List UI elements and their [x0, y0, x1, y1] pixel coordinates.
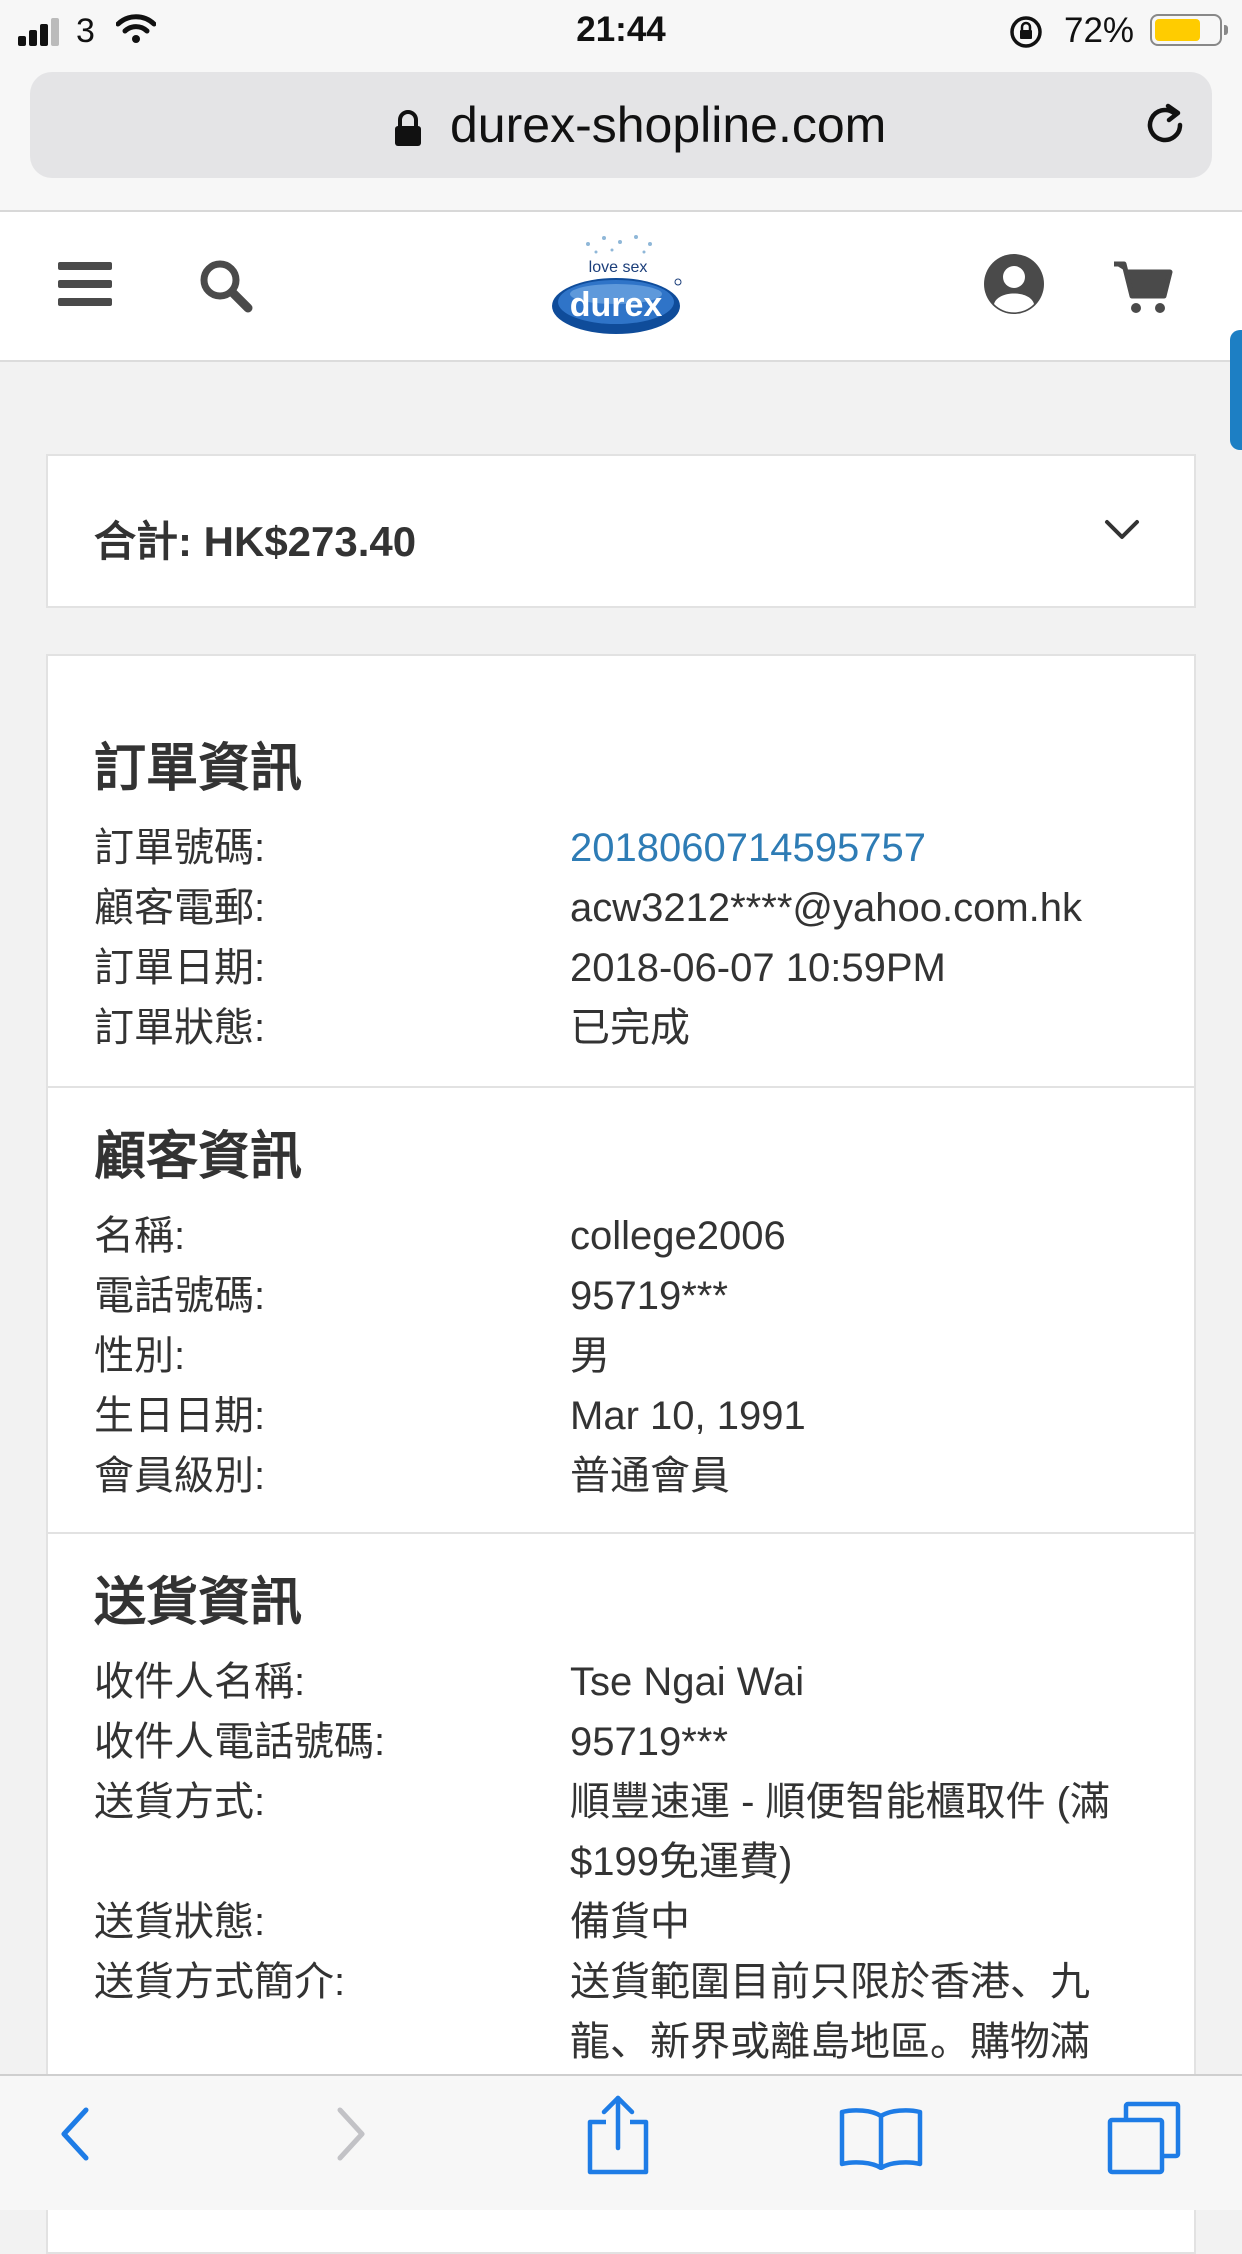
row-label: 訂單狀態:: [94, 1006, 266, 1050]
site-header: love sex durex: [0, 212, 1242, 362]
order-info-section: 訂單資訊 訂單號碼: 2018060714595757 顧客電郵: acw321…: [48, 656, 1194, 1086]
status-bar: 3 21:44 72%: [0, 0, 1242, 62]
row-value-line: $199免運費): [570, 1840, 793, 1884]
browser-toolbar: [0, 2074, 1242, 2210]
battery-percent: 72%: [1064, 11, 1135, 50]
search-icon[interactable]: [196, 256, 256, 321]
menu-icon[interactable]: [58, 262, 112, 306]
address-bar[interactable]: durex-shopline.com: [30, 72, 1212, 178]
row-label: 收件人名稱:: [94, 1660, 306, 1704]
back-icon[interactable]: [56, 2102, 96, 2171]
row-value: 2018-06-07 10:59PM: [570, 946, 946, 990]
row-value: 備貨中: [570, 1900, 690, 1944]
delivery-method-row: 送貨方式: 順豐速運 - 順便智能櫃取件 (滿 $199免運費): [94, 1772, 1154, 1892]
order-total-summary[interactable]: 合計: HK$273.40: [46, 454, 1196, 608]
url-text: durex-shopline.com: [450, 97, 887, 153]
row-label: 性別:: [94, 1334, 186, 1378]
row-value: 男: [570, 1334, 610, 1378]
row-label: 生日日期:: [94, 1394, 266, 1438]
row-value: acw3212****@yahoo.com.hk: [570, 886, 1083, 930]
row-label: 訂單日期:: [94, 946, 266, 990]
row-value: 普通會員: [570, 1454, 730, 1498]
row-label: 送貨方式簡介:: [94, 1960, 346, 2004]
customer-info-title: 顧客資訊: [94, 1128, 303, 1186]
forward-icon[interactable]: [330, 2102, 370, 2171]
row-label: 收件人電話號碼:: [94, 1720, 386, 1764]
row-value-line: 送貨範圍目前只限於香港、九: [570, 1960, 1090, 2004]
row-value: 95719***: [570, 1274, 728, 1318]
row-value: Mar 10, 1991: [570, 1394, 806, 1438]
row-value: 95719***: [570, 1720, 728, 1764]
row-label: 顧客電郵:: [94, 886, 266, 930]
durex-logo[interactable]: love sex durex: [548, 230, 688, 347]
customer-info-section: 顧客資訊 名稱: college2006 電話號碼: 95719*** 性別: …: [48, 1086, 1194, 1534]
order-number-link[interactable]: 2018060714595757: [570, 818, 1170, 878]
logo-text: durex: [570, 286, 663, 324]
row-value-line: 龍、新界或離島地區。購物滿: [570, 2020, 1090, 2064]
row-label: 送貨狀態:: [94, 1900, 266, 1944]
bookmarks-icon[interactable]: [838, 2106, 924, 2175]
chevron-down-icon[interactable]: [1104, 518, 1140, 547]
row-label: 電話號碼:: [94, 1274, 266, 1318]
delivery-description-row: 送貨方式簡介: 送貨範圍目前只限於香港、九 龍、新界或離島地區。購物滿: [94, 1952, 1154, 2072]
row-label: 訂單號碼:: [94, 826, 266, 870]
status-time: 21:44: [576, 10, 666, 49]
tabs-icon[interactable]: [1104, 2100, 1184, 2181]
browser-address-area: durex-shopline.com: [0, 62, 1242, 212]
row-value: college2006: [570, 1214, 786, 1258]
battery-icon: [1150, 14, 1228, 46]
share-icon[interactable]: [584, 2094, 652, 2181]
side-widget-tab[interactable]: [1230, 330, 1242, 450]
row-value: 已完成: [570, 1006, 690, 1050]
account-icon[interactable]: [982, 252, 1046, 321]
cart-icon[interactable]: [1112, 258, 1174, 321]
row-label: 送貨方式:: [94, 1780, 266, 1824]
delivery-info-title: 送貨資訊: [94, 1574, 303, 1632]
reload-icon[interactable]: [1140, 100, 1190, 155]
row-label: 名稱:: [94, 1214, 186, 1258]
total-amount: 合計: HK$273.40: [94, 518, 417, 565]
row-value-line: 順豐速運 - 順便智能櫃取件 (滿: [570, 1780, 1110, 1824]
orientation-lock-icon: [1008, 14, 1044, 55]
logo-tagline: love sex: [589, 259, 648, 276]
order-info-title: 訂單資訊: [94, 740, 303, 798]
row-label: 會員級別:: [94, 1454, 266, 1498]
row-value: Tse Ngai Wai: [570, 1660, 805, 1704]
lock-icon: [392, 110, 424, 153]
order-details-card: 訂單資訊 訂單號碼: 2018060714595757 顧客電郵: acw321…: [46, 654, 1196, 2254]
